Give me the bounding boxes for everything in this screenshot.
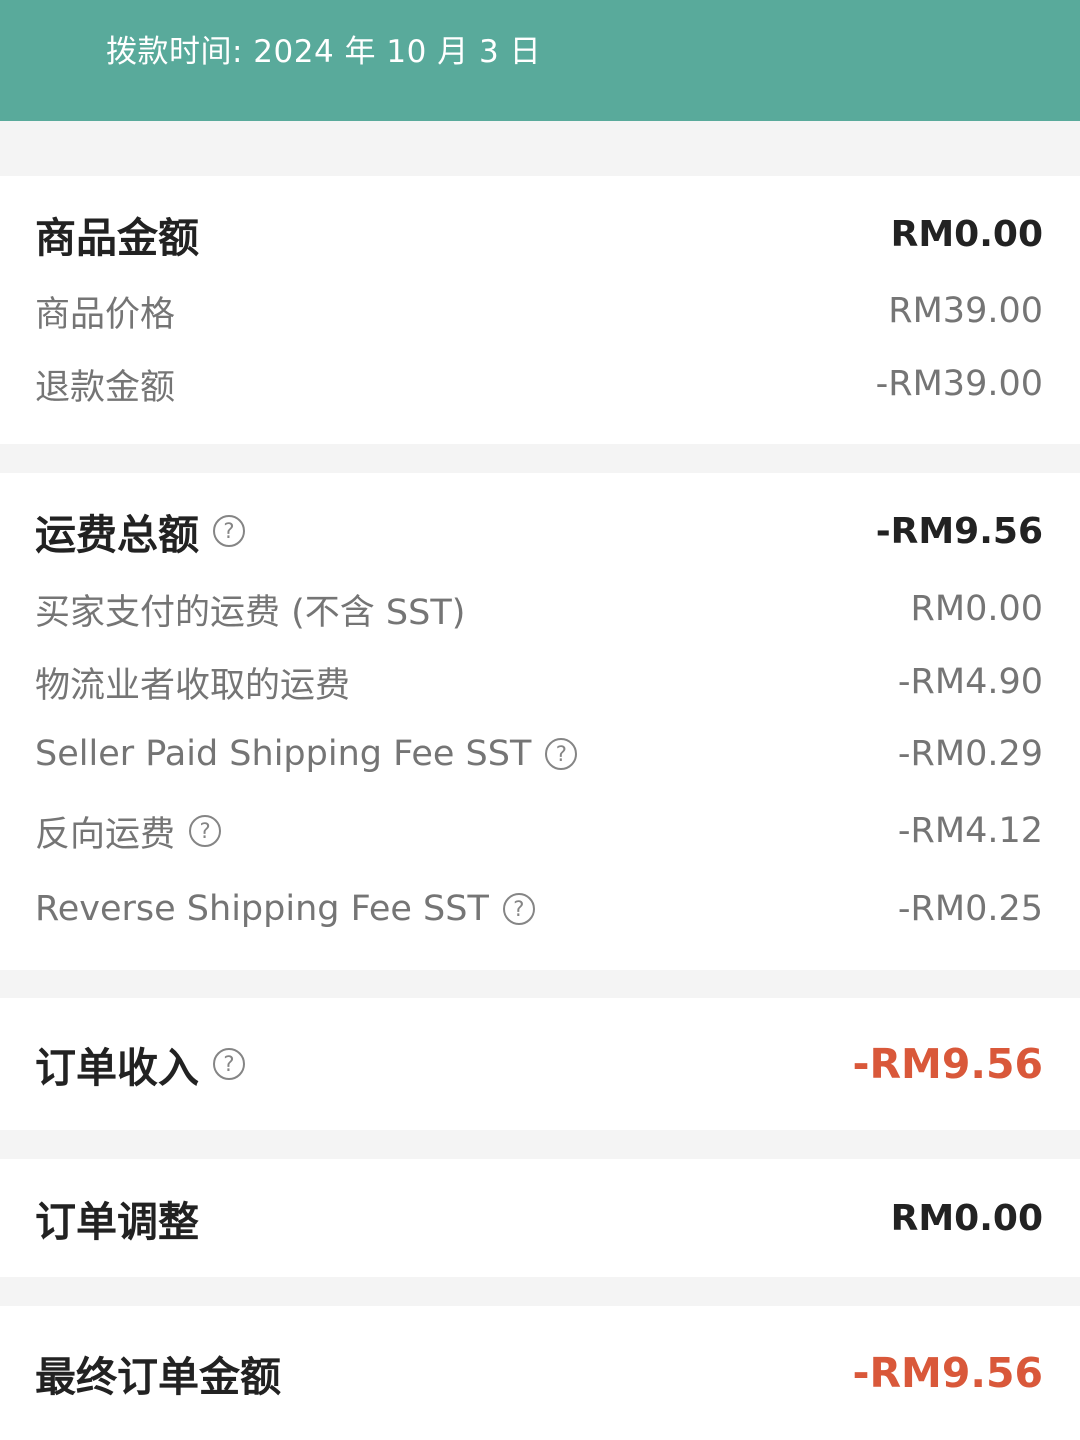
order-adjustment-title: 订单调整 <box>35 1198 199 1246</box>
order-adjustment-section: 订单调整 RM0.00 <box>0 1159 1080 1277</box>
help-icon[interactable]: ? <box>502 893 535 925</box>
final-amount-value: -RM9.56 <box>852 1349 1043 1397</box>
order-income-row: 订单收入 ? -RM9.56 <box>0 1034 1080 1094</box>
shipping-total-value: -RM9.56 <box>875 510 1043 552</box>
refund-amount-label: 退款金额 <box>35 367 176 408</box>
shipping-total-title: 运费总额 <box>35 511 199 559</box>
seller-shipping-sst-value: -RM0.29 <box>897 734 1043 774</box>
carrier-shipping-fee-row: 物流业者收取的运费 -RM4.90 <box>0 652 1080 712</box>
order-income-value: -RM9.56 <box>852 1040 1043 1088</box>
product-price-row: 商品价格 RM39.00 <box>0 281 1080 341</box>
seller-shipping-sst-label: Seller Paid Shipping Fee SST <box>35 734 532 774</box>
carrier-shipping-fee-label: 物流业者收取的运费 <box>35 665 351 706</box>
shipping-section: 运费总额 ? -RM9.56 买家支付的运费 (不含 SST) RM0.00 物… <box>0 473 1080 970</box>
refund-amount-value: -RM39.00 <box>875 364 1043 404</box>
merchandise-total-row: 商品金额 RM0.00 <box>0 204 1080 264</box>
buyer-paid-shipping-row: 买家支付的运费 (不含 SST) RM0.00 <box>0 579 1080 639</box>
help-icon[interactable]: ? <box>213 1048 245 1080</box>
header-bar: 拨款时间: 2024 年 10 月 3 日 <box>0 0 1080 121</box>
refund-amount-row: 退款金额 -RM39.00 <box>0 354 1080 414</box>
order-income-section: 订单收入 ? -RM9.56 <box>0 998 1080 1130</box>
order-adjustment-value: RM0.00 <box>890 1197 1043 1239</box>
carrier-shipping-fee-value: -RM4.90 <box>897 662 1043 702</box>
seller-shipping-sst-row: Seller Paid Shipping Fee SST ? -RM0.29 <box>0 724 1080 784</box>
shipping-total-row: 运费总额 ? -RM9.56 <box>0 501 1080 561</box>
help-icon[interactable]: ? <box>189 815 222 847</box>
help-icon[interactable]: ? <box>213 515 245 547</box>
payout-time-text: 拨款时间: 2024 年 10 月 3 日 <box>106 34 542 70</box>
order-adjustment-row: 订单调整 RM0.00 <box>0 1188 1080 1248</box>
buyer-paid-shipping-label: 买家支付的运费 (不含 SST) <box>35 592 466 633</box>
reverse-shipping-fee-row: 反向运费 ? -RM4.12 <box>0 801 1080 861</box>
merchandise-title: 商品金额 <box>35 214 199 262</box>
final-amount-row: 最终订单金额 -RM9.56 <box>0 1343 1080 1403</box>
reverse-shipping-fee-value: -RM4.12 <box>897 811 1043 851</box>
buyer-paid-shipping-value: RM0.00 <box>910 589 1043 629</box>
final-amount-title: 最终订单金额 <box>35 1353 281 1401</box>
reverse-shipping-sst-label: Reverse Shipping Fee SST <box>35 889 489 929</box>
merchandise-section: 商品金额 RM0.00 商品价格 RM39.00 退款金额 -RM39.00 <box>0 176 1080 444</box>
reverse-shipping-sst-row: Reverse Shipping Fee SST ? -RM0.25 <box>0 879 1080 939</box>
final-amount-section: 最终订单金额 -RM9.56 <box>0 1306 1080 1440</box>
merchandise-total-value: RM0.00 <box>890 213 1043 255</box>
product-price-label: 商品价格 <box>35 294 176 335</box>
order-income-title: 订单收入 <box>35 1044 199 1092</box>
help-icon[interactable]: ? <box>545 738 578 770</box>
reverse-shipping-fee-label: 反向运费 <box>35 814 176 855</box>
product-price-value: RM39.00 <box>888 291 1043 331</box>
reverse-shipping-sst-value: -RM0.25 <box>897 889 1043 929</box>
